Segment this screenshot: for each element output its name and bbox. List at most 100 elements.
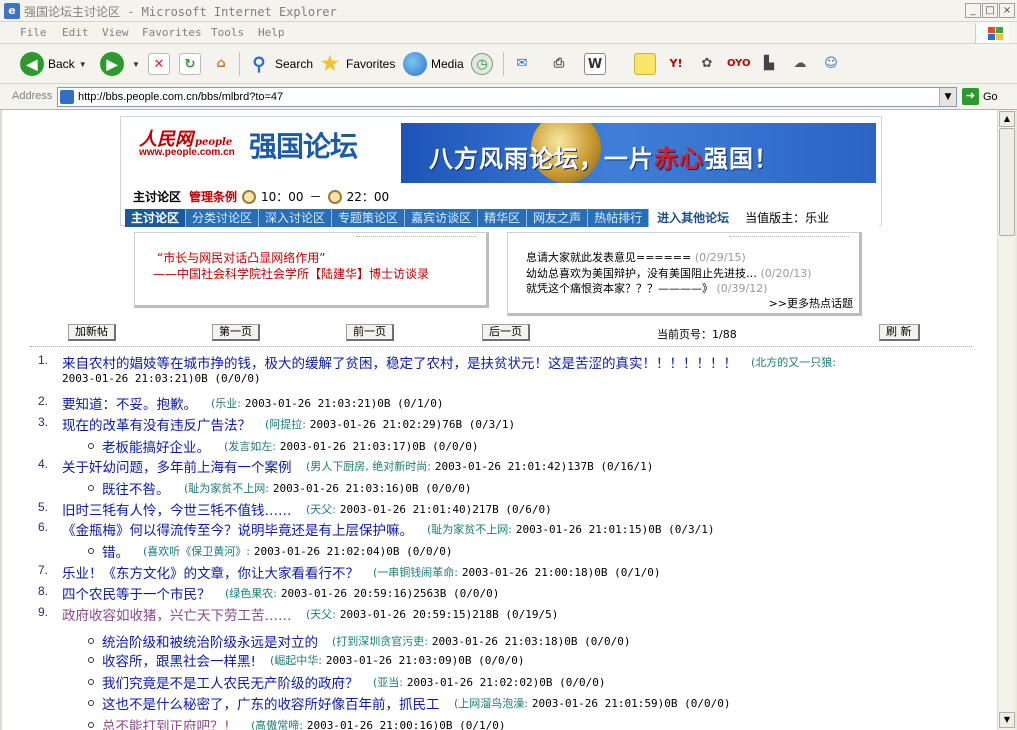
print-icon[interactable]: ⎙ xyxy=(548,53,570,75)
menu-file[interactable]: File xyxy=(20,26,47,39)
media-button[interactable]: Media xyxy=(403,50,464,78)
hot-topic-item[interactable]: 息请大家就此发表意见====== (0/29/15) xyxy=(526,249,746,265)
nav-deep[interactable]: 深入讨论区 xyxy=(259,209,333,227)
messenger-icon[interactable]: ☺ xyxy=(820,53,842,75)
refresh-button[interactable]: 刷 新 xyxy=(879,324,920,341)
post-author[interactable]: (一串铜钱闹革命: xyxy=(373,566,458,579)
nav-topic[interactable]: 专题策论区 xyxy=(332,209,406,227)
chat-icon[interactable]: ☁ xyxy=(789,53,811,75)
post-title[interactable]: 政府收容如收猪，兴亡天下劳工苦…… xyxy=(62,604,292,624)
word-icon[interactable]: W xyxy=(584,53,606,75)
search-button[interactable]: ⚲ Search xyxy=(247,50,313,78)
note-icon[interactable] xyxy=(634,53,656,75)
address-input[interactable]: http://bbs.people.com.cn/bbs/mlbrd?to=47… xyxy=(57,87,957,107)
post-author[interactable]: (耻为家贫不上网: xyxy=(184,482,269,495)
post-author[interactable]: (绿色果农: xyxy=(225,587,277,600)
vertical-scrollbar[interactable]: ▲ ▼ xyxy=(997,110,1015,730)
post-number: 8. xyxy=(38,584,49,598)
reply-title[interactable]: 我们究竟是不是工人农民无产阶级的政府？ xyxy=(102,672,359,692)
post-author[interactable]: (打到深圳贪官污吏: xyxy=(332,635,428,648)
tools-icon[interactable]: ▙ xyxy=(758,53,780,75)
post-author[interactable]: (发言如左: xyxy=(224,440,276,453)
post-author[interactable]: (天父: xyxy=(306,503,336,516)
post-title[interactable]: 来自农村的娼妓等在城市挣的钱，极大的缓解了贫困，稳定了农村，是扶贫状元！这是苦涩… xyxy=(62,352,737,372)
feature-link[interactable]: “市长与网民对话凸显网络作用” xyxy=(157,249,325,266)
menu-edit[interactable]: Edit xyxy=(62,26,89,39)
forward-button[interactable]: ▶ ▼ xyxy=(100,50,140,78)
mail-icon[interactable]: ✉ xyxy=(511,53,533,75)
hot-topic-title[interactable]: 息请大家就此发表意见====== xyxy=(526,251,691,264)
reply-title[interactable]: 收容所，跟黑社会一样黑! xyxy=(102,650,256,670)
nav-guest[interactable]: 嘉宾访谈区 xyxy=(405,209,479,227)
scroll-thumb[interactable] xyxy=(999,128,1015,236)
nav-hot[interactable]: 热帖排行 xyxy=(588,209,650,227)
section-info: 主讨论区 管理条例 10：00 － 22：00 xyxy=(133,188,395,205)
post-title[interactable]: 四个农民等于一个市民？ xyxy=(62,583,211,603)
nav-category[interactable]: 分类讨论区 xyxy=(186,209,260,227)
post-author[interactable]: (乐业: xyxy=(211,397,241,410)
hot-topic-item[interactable]: 就凭这个痛恨资本家？？？————》 (0/39/12) xyxy=(526,280,768,296)
post-title[interactable]: 关于奸幼问题，多年前上海有一个案例 xyxy=(62,456,292,476)
post-author[interactable]: (天父: xyxy=(306,608,336,621)
go-button[interactable]: ➔ Go xyxy=(962,88,998,105)
other-forums-link[interactable]: 进入其他论坛 xyxy=(649,209,738,227)
post-author[interactable]: (高傲常啼: xyxy=(251,719,303,730)
yahoo-icon[interactable]: Y! xyxy=(665,53,687,75)
minimize-button[interactable]: _ xyxy=(965,3,981,18)
favorites-button[interactable]: ★ Favorites xyxy=(318,50,395,78)
post-number: 3. xyxy=(38,415,49,429)
prev-page-button[interactable]: 前一页 xyxy=(346,324,394,341)
post-author[interactable]: (耻为家贫不上网: xyxy=(427,523,512,536)
menu-view[interactable]: View xyxy=(102,26,129,39)
scroll-down-icon[interactable]: ▼ xyxy=(999,712,1015,728)
post-author[interactable]: (上网溜鸟泡澡: xyxy=(454,697,528,710)
post-title[interactable]: 旧时三牦有人怜，今世三牦不值钱…… xyxy=(62,499,292,519)
post-title[interactable]: 《金瓶梅》何以得流传至今？说明毕竟还是有上层保护嘛。 xyxy=(62,519,413,539)
more-hot-topics-link[interactable]: >>更多热点话题 xyxy=(769,295,853,311)
post-title[interactable]: 乐业！《东方文化》的文章，你让大家看看行不？ xyxy=(62,562,359,582)
post-title[interactable]: 现在的改革有没有违反广告法？ xyxy=(62,414,251,434)
post-author[interactable]: (男人下厨房, 绝对新时尚: xyxy=(306,460,431,473)
oyo-icon[interactable]: OYO xyxy=(727,53,751,75)
post-author[interactable]: (北方的又一只狼: xyxy=(751,356,836,369)
nav-main[interactable]: 主讨论区 xyxy=(125,209,187,227)
history-icon[interactable]: ◷ xyxy=(471,53,493,75)
menu-help[interactable]: Help xyxy=(258,26,285,39)
maximize-button[interactable]: □ xyxy=(982,3,998,18)
first-page-button[interactable]: 第一页 xyxy=(212,324,260,341)
stop-icon[interactable]: ✕ xyxy=(148,53,170,75)
nav-voices[interactable]: 网友之声 xyxy=(527,209,589,227)
address-url[interactable]: http://bbs.people.com.cn/bbs/mlbrd?to=47 xyxy=(78,91,283,103)
scroll-up-icon[interactable]: ▲ xyxy=(999,111,1015,127)
chevron-down-icon[interactable]: ▼ xyxy=(132,60,140,69)
reply-title[interactable]: 这也不是什么秘密了，广东的收容所好像百年前，抓民工 xyxy=(102,693,440,713)
reply-title[interactable]: 老板能搞好企业。 xyxy=(102,436,210,456)
reply-title[interactable]: 总不能打到正府吧？！ xyxy=(102,715,237,730)
reply-title[interactable]: 统治阶级和被统治阶级永远是对立的 xyxy=(102,631,318,651)
feature-subtitle[interactable]: ——中国社会科学院社会学所【陆建华】博士访谈录 xyxy=(153,265,429,282)
post-meta: 2003-01-26 20:59:16)2563B (0/0/0) xyxy=(280,587,500,600)
post-author[interactable]: (喜欢听《保卫黄河》: xyxy=(143,545,250,558)
post-title[interactable]: 要知道：不妥。抱歉。 xyxy=(62,393,197,413)
flower-icon[interactable]: ✿ xyxy=(696,53,718,75)
chevron-down-icon[interactable]: ▼ xyxy=(79,60,87,69)
reply-title[interactable]: 既往不咎。 xyxy=(102,478,170,498)
post-author[interactable]: (崛起中华: xyxy=(270,654,322,667)
post-author[interactable]: (亚当: xyxy=(373,676,403,689)
menu-favorites[interactable]: Favorites xyxy=(142,26,202,39)
reply-title[interactable]: 错。 xyxy=(102,541,129,561)
next-page-button[interactable]: 后一页 xyxy=(482,324,530,341)
refresh-icon[interactable]: ↻ xyxy=(179,53,201,75)
new-post-button[interactable]: 加新帖 xyxy=(68,324,116,341)
chevron-down-icon[interactable]: ▼ xyxy=(939,88,956,106)
hot-topic-item[interactable]: 幼幼总喜欢为美国辩护，没有美国阻止先进技… (0/20/13) xyxy=(526,265,812,281)
menu-tools[interactable]: Tools xyxy=(211,26,244,39)
home-icon[interactable]: ⌂ xyxy=(210,53,232,75)
back-button[interactable]: ◀ Back ▼ xyxy=(20,50,87,78)
close-button[interactable]: × xyxy=(999,3,1015,18)
nav-essence[interactable]: 精华区 xyxy=(478,209,528,227)
post-author[interactable]: (阿提拉: xyxy=(265,418,306,431)
hot-topic-title[interactable]: 幼幼总喜欢为美国辩护，没有美国阻止先进技… xyxy=(526,267,757,280)
rules-link[interactable]: 管理条例 xyxy=(189,188,237,205)
hot-topic-title[interactable]: 就凭这个痛恨资本家？？？————》 xyxy=(526,282,713,295)
